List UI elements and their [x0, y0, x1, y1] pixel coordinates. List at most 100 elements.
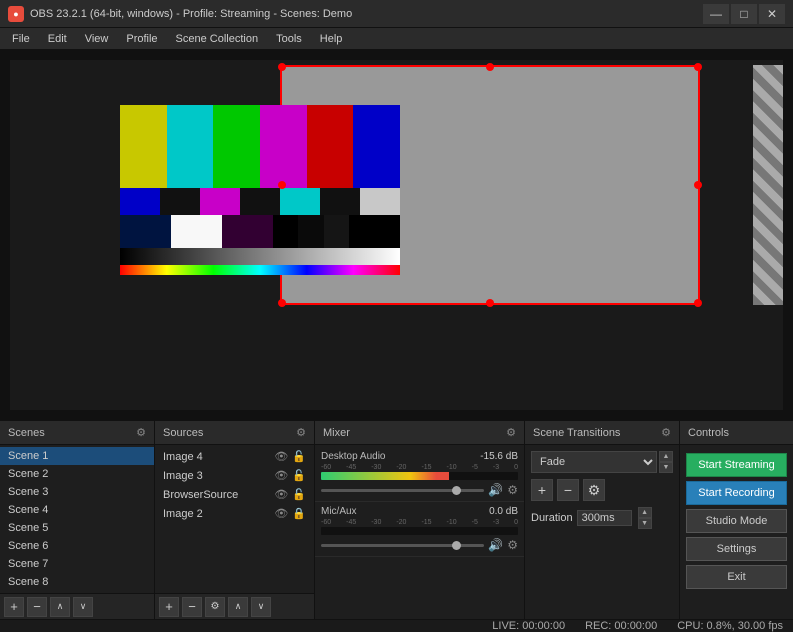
volume-slider-desktop[interactable]: [321, 489, 484, 492]
bottom-panel: Scenes ⚙ Scene 1 Scene 2 Scene 3 Scene 4…: [0, 420, 793, 611]
config-transition-button[interactable]: ⚙: [583, 479, 605, 501]
studio-mode-button[interactable]: Studio Mode: [686, 509, 787, 533]
track-name: Desktop Audio: [321, 451, 386, 462]
handle-bl[interactable]: [278, 299, 286, 307]
track-name: Mic/Aux: [321, 506, 357, 517]
scene-up-button[interactable]: ∧: [50, 597, 70, 617]
source-name: Image 4: [163, 451, 203, 463]
sources-toolbar: + − ⚙ ∧ ∨: [155, 593, 314, 619]
mixer-tracks: Desktop Audio -15.6 dB -60-45-30-20-15-1…: [315, 445, 524, 619]
spinner-down[interactable]: ▼: [659, 462, 673, 473]
sources-config-icon[interactable]: ⚙: [296, 426, 306, 439]
scene-item[interactable]: Scene 7: [0, 555, 154, 573]
menu-view[interactable]: View: [77, 31, 117, 47]
transitions-panel-header: Scene Transitions ⚙: [525, 421, 679, 445]
remove-source-button[interactable]: −: [182, 597, 202, 617]
menu-profile[interactable]: Profile: [118, 31, 165, 47]
handle-tl[interactable]: [278, 63, 286, 71]
sources-list: Image 4 👁 🔓 Image 3 👁 🔓 BrowserSource: [155, 445, 314, 593]
scenes-panel-title: Scenes: [8, 427, 45, 439]
visibility-icon[interactable]: 👁: [274, 488, 288, 501]
mixer-controls: 🔊 ⚙: [321, 483, 518, 497]
transitions-content: Fade ▲ ▼ + − ⚙ Duration ▲: [525, 445, 679, 619]
handle-mr[interactable]: [694, 181, 702, 189]
transition-type-select[interactable]: Fade: [531, 451, 657, 473]
lock-icon[interactable]: 🔓: [292, 469, 306, 482]
handle-tr[interactable]: [694, 63, 702, 71]
mixer-settings-icon[interactable]: ⚙: [507, 483, 518, 497]
menu-tools[interactable]: Tools: [268, 31, 310, 47]
mute-icon[interactable]: 🔊: [488, 483, 503, 497]
transitions-config-icon[interactable]: ⚙: [661, 426, 671, 439]
source-icons: 👁 🔒: [274, 507, 306, 520]
remove-transition-button[interactable]: −: [557, 479, 579, 501]
source-item[interactable]: Image 3 👁 🔓: [155, 466, 314, 485]
start-streaming-button[interactable]: Start Streaming: [686, 453, 787, 477]
spinner-up[interactable]: ▲: [659, 451, 673, 462]
exit-button[interactable]: Exit: [686, 565, 787, 589]
scene-item[interactable]: Scene 5: [0, 519, 154, 537]
menu-edit[interactable]: Edit: [40, 31, 75, 47]
close-button[interactable]: ✕: [759, 4, 785, 24]
source-settings-button[interactable]: ⚙: [205, 597, 225, 617]
visibility-icon[interactable]: 👁: [274, 507, 288, 520]
volume-slider-mic[interactable]: [321, 544, 484, 547]
volume-thumb[interactable]: [452, 486, 461, 495]
visibility-icon[interactable]: 👁: [274, 469, 288, 482]
start-recording-button[interactable]: Start Recording: [686, 481, 787, 505]
settings-button[interactable]: Settings: [686, 537, 787, 561]
mixer-config-icon[interactable]: ⚙: [506, 426, 516, 439]
scene-item[interactable]: Scene 1: [0, 447, 154, 465]
duration-input[interactable]: [577, 510, 632, 526]
menu-scene-collection[interactable]: Scene Collection: [168, 31, 267, 47]
minimize-button[interactable]: —: [703, 4, 729, 24]
mixer-track-header: Mic/Aux 0.0 dB: [321, 506, 518, 517]
mixer-controls: 🔊 ⚙: [321, 538, 518, 552]
source-item[interactable]: Image 4 👁 🔓: [155, 447, 314, 466]
lock-icon[interactable]: 🔓: [292, 488, 306, 501]
handle-ml[interactable]: [278, 181, 286, 189]
scenes-config-icon[interactable]: ⚙: [136, 426, 146, 439]
add-source-button[interactable]: +: [159, 597, 179, 617]
scene-down-button[interactable]: ∨: [73, 597, 93, 617]
duration-up[interactable]: ▲: [638, 507, 652, 518]
titlebar-title: OBS 23.2.1 (64-bit, windows) - Profile: …: [30, 8, 703, 20]
handle-br[interactable]: [694, 299, 702, 307]
scene-item[interactable]: Scene 2: [0, 465, 154, 483]
window-controls: — □ ✕: [703, 4, 785, 24]
scene-item[interactable]: Scene 8: [0, 573, 154, 591]
maximize-button[interactable]: □: [731, 4, 757, 24]
menu-file[interactable]: File: [4, 31, 38, 47]
handle-bc[interactable]: [486, 299, 494, 307]
volume-thumb[interactable]: [452, 541, 461, 550]
handle-tc[interactable]: [486, 63, 494, 71]
source-up-button[interactable]: ∧: [228, 597, 248, 617]
add-transition-button[interactable]: +: [531, 479, 553, 501]
source-name: Image 2: [163, 508, 203, 520]
edge-stripes: [753, 65, 783, 305]
duration-row: Duration ▲ ▼: [531, 507, 673, 529]
source-item[interactable]: BrowserSource 👁 🔓: [155, 485, 314, 504]
remove-scene-button[interactable]: −: [27, 597, 47, 617]
source-item[interactable]: Image 2 👁 🔒: [155, 504, 314, 523]
cpu-status: CPU: 0.8%, 30.00 fps: [677, 620, 783, 632]
add-scene-button[interactable]: +: [4, 597, 24, 617]
mixer-track-mic: Mic/Aux 0.0 dB -60-45-30-20-15-10-5-30 🔊: [315, 502, 524, 557]
controls-content: Start Streaming Start Recording Studio M…: [680, 445, 793, 619]
live-status: LIVE: 00:00:00: [492, 620, 565, 632]
meter-ticks: -60-45-30-20-15-10-5-30: [321, 464, 518, 471]
scene-item[interactable]: Scene 4: [0, 501, 154, 519]
menu-help[interactable]: Help: [312, 31, 351, 47]
scene-item[interactable]: Scene 6: [0, 537, 154, 555]
source-down-button[interactable]: ∨: [251, 597, 271, 617]
scene-item[interactable]: Scene 3: [0, 483, 154, 501]
mixer-settings-icon[interactable]: ⚙: [507, 538, 518, 552]
lock-icon[interactable]: 🔓: [292, 450, 306, 463]
duration-down[interactable]: ▼: [638, 518, 652, 529]
mixer-track-header: Desktop Audio -15.6 dB: [321, 451, 518, 462]
mute-icon[interactable]: 🔊: [488, 538, 503, 552]
visibility-icon[interactable]: 👁: [274, 450, 288, 463]
app-icon: ●: [8, 6, 24, 22]
sources-panel-header: Sources ⚙: [155, 421, 314, 445]
lock-icon[interactable]: 🔒: [292, 507, 306, 520]
